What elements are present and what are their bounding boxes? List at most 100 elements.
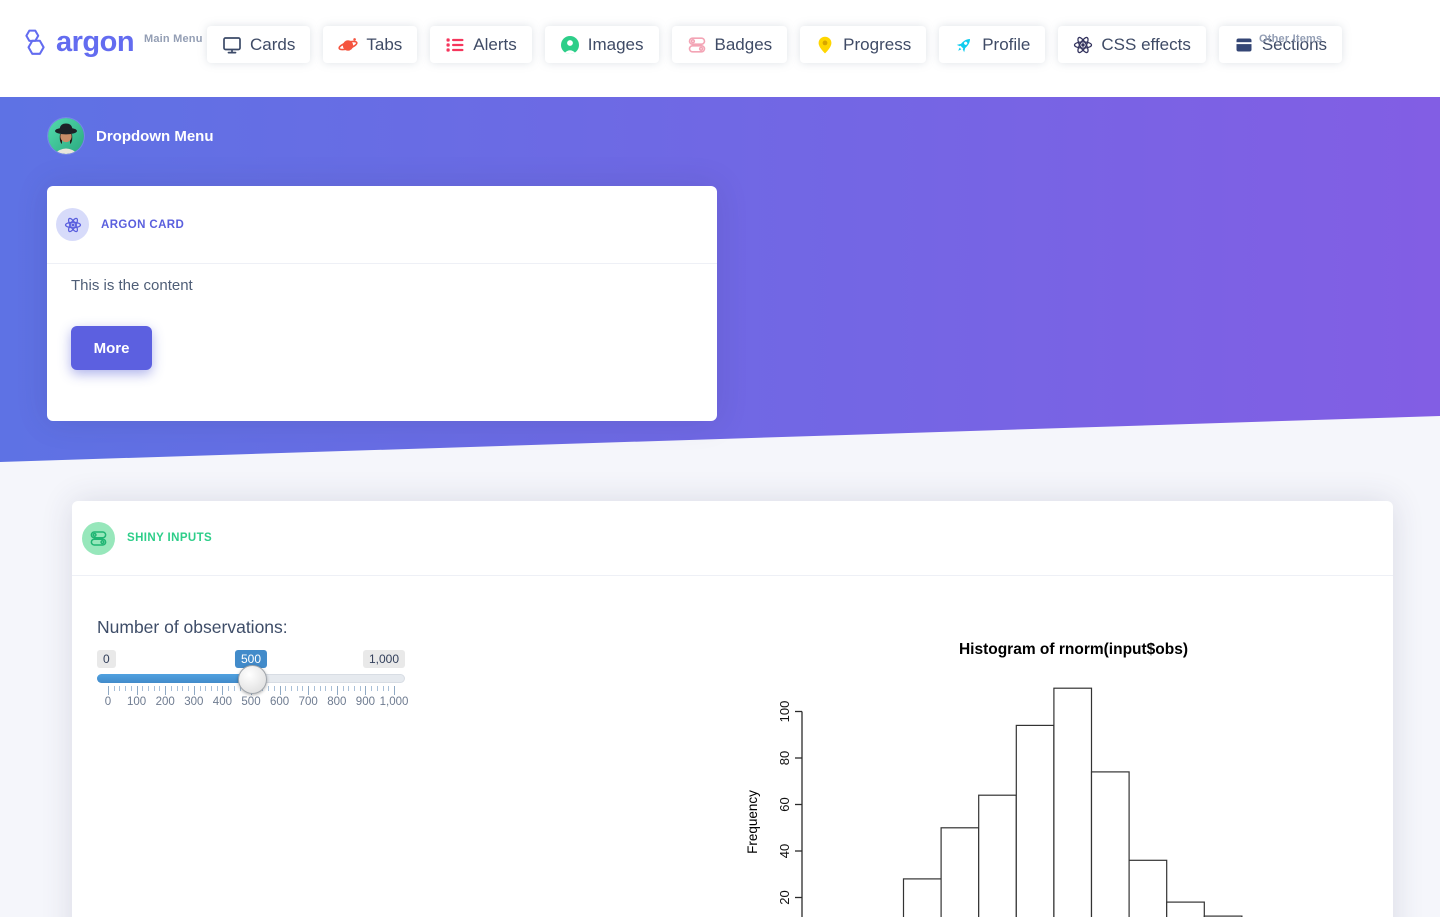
chart-y-tick-label: 20 bbox=[777, 890, 792, 904]
nav-item-label: Alerts bbox=[473, 34, 517, 54]
nav-item-badges[interactable]: Badges bbox=[671, 26, 788, 63]
slider-grid-label: 0 bbox=[104, 696, 112, 708]
brand-logo[interactable]: argon bbox=[22, 26, 135, 58]
slider-grid-tick bbox=[205, 686, 207, 691]
rocket-icon bbox=[956, 38, 971, 52]
slider-grid-tick bbox=[182, 686, 184, 691]
chart-y-tick-label: 80 bbox=[777, 751, 792, 765]
nav-item-cards[interactable]: Cards bbox=[207, 26, 311, 63]
planet-icon bbox=[338, 37, 358, 51]
nav-item-progress[interactable]: Progress bbox=[800, 26, 927, 63]
slider-grid-tick bbox=[216, 686, 218, 691]
slider-grid-tick bbox=[268, 686, 270, 691]
argon-card-content: This is the content bbox=[71, 277, 193, 294]
slider-grid-tick bbox=[136, 686, 138, 695]
slider-grid-label: 100 bbox=[127, 696, 147, 708]
main-nav: Cards Tabs Alerts Images Badges Progress… bbox=[207, 26, 1343, 63]
slider-grid-tick bbox=[125, 686, 127, 691]
slider-grid-tick bbox=[308, 686, 310, 695]
slider-grid-tick bbox=[199, 686, 201, 691]
slider-grid-label: 900 bbox=[355, 696, 375, 708]
slider-grid-tick bbox=[365, 686, 367, 695]
argon-card-header: ARGON CARD bbox=[47, 186, 717, 264]
slider-grid-label: 1,000 bbox=[379, 696, 409, 708]
slider-grid-tick bbox=[159, 686, 161, 691]
slider-grid-tick bbox=[382, 686, 384, 691]
slider-grid-tick bbox=[142, 686, 144, 691]
brand-wordmark: argon bbox=[56, 26, 135, 58]
slider-grid-tick bbox=[353, 686, 355, 691]
argon-card-title: ARGON CARD bbox=[101, 218, 185, 231]
nav-item-tabs[interactable]: Tabs bbox=[323, 26, 418, 63]
slider-grid-tick bbox=[319, 686, 321, 691]
slider-grid-tick bbox=[348, 686, 350, 691]
nav-item-label: Cards bbox=[250, 34, 296, 54]
slider-grid-tick bbox=[210, 686, 212, 691]
top-navbar: argon Main Menu Cards Tabs Alerts Images… bbox=[0, 0, 1440, 97]
dropdown-menu-label: Dropdown Menu bbox=[96, 127, 214, 145]
slider-grid-tick bbox=[371, 686, 373, 691]
slider-grid-label: 300 bbox=[184, 696, 204, 708]
histogram-bar bbox=[1090, 771, 1130, 917]
shiny-card-icon-circle bbox=[82, 521, 115, 555]
observations-slider[interactable]: 0 1,000 500 0 100 200 300 400 500 600 700 800 900… bbox=[97, 646, 408, 708]
page: argon Main Menu Cards Tabs Alerts Images… bbox=[0, 0, 1440, 917]
histogram-bar bbox=[1053, 687, 1093, 917]
slider-grid-tick bbox=[359, 686, 361, 691]
histogram-plot: Histogram of rnorm(input$obs) Frequency 20… bbox=[745, 641, 1243, 917]
argon-hexagons-icon bbox=[25, 29, 45, 55]
slider-grid-label: 800 bbox=[327, 696, 347, 708]
nav-item-images[interactable]: Images bbox=[544, 26, 659, 63]
chart-y-tick-label: 60 bbox=[777, 797, 792, 811]
slider-grid-label: 700 bbox=[298, 696, 318, 708]
shiny-card-title: SHINY INPUTS bbox=[127, 532, 213, 544]
nav-item-label: Tabs bbox=[366, 34, 403, 54]
histogram-bar bbox=[978, 794, 1017, 917]
slider-grid-label: 200 bbox=[155, 696, 175, 708]
slider-grid-tick bbox=[325, 686, 327, 691]
slider-grid-tick bbox=[119, 686, 121, 691]
slider-grid-tick bbox=[165, 686, 167, 695]
card-section-icon bbox=[1236, 38, 1252, 51]
nav-item-css-effects[interactable]: CSS effects bbox=[1058, 26, 1206, 63]
chart-y-tick-label: 100 bbox=[777, 701, 792, 723]
slider-grid-tick bbox=[285, 686, 287, 691]
slider-grid-tick bbox=[296, 686, 298, 691]
histogram-bar bbox=[902, 878, 942, 917]
slider-label: Number of observations: bbox=[97, 617, 288, 637]
user-circle-icon bbox=[560, 35, 579, 54]
nav-item-label: Profile bbox=[982, 34, 1031, 54]
slider-grid-tick bbox=[331, 686, 333, 691]
slider-grid-tick bbox=[336, 686, 338, 695]
slider-grid-tick bbox=[113, 686, 115, 691]
slider-grid-tick bbox=[233, 686, 235, 691]
slider-grid-label: 500 bbox=[241, 696, 261, 708]
argon-card-icon-circle bbox=[56, 208, 89, 241]
nav-item-profile[interactable]: Profile bbox=[939, 26, 1046, 63]
more-button[interactable]: More bbox=[71, 326, 152, 370]
slider-filled-bar bbox=[97, 674, 251, 683]
slider-handle[interactable] bbox=[238, 665, 267, 694]
bullet-list-icon bbox=[446, 37, 464, 52]
slider-max-label: 1,000 bbox=[362, 650, 405, 669]
slider-grid-tick bbox=[153, 686, 155, 691]
slider-grid-tick bbox=[228, 686, 230, 691]
user-dropdown-trigger[interactable]: Dropdown Menu bbox=[48, 118, 213, 154]
chart-ylabel: Frequency bbox=[745, 790, 760, 854]
slider-grid-tick bbox=[279, 686, 281, 695]
monitor-icon bbox=[223, 36, 241, 53]
atom-icon bbox=[64, 217, 81, 232]
slider-grid-tick bbox=[291, 686, 293, 691]
nav-item-alerts[interactable]: Alerts bbox=[430, 26, 532, 63]
main-menu-label: Main Menu bbox=[144, 33, 203, 45]
slider-grid-tick bbox=[342, 686, 344, 691]
nav-item-label: Images bbox=[587, 34, 644, 54]
atom-icon bbox=[1074, 36, 1093, 53]
slider-min-label: 0 bbox=[97, 650, 116, 669]
slider-grid-tick bbox=[376, 686, 378, 691]
shiny-card-header: SHINY INPUTS bbox=[72, 501, 1393, 576]
user-avatar[interactable] bbox=[48, 118, 84, 154]
histogram-bar bbox=[1128, 859, 1168, 917]
nav-item-label: CSS effects bbox=[1101, 34, 1191, 54]
toggles-icon bbox=[688, 36, 705, 53]
